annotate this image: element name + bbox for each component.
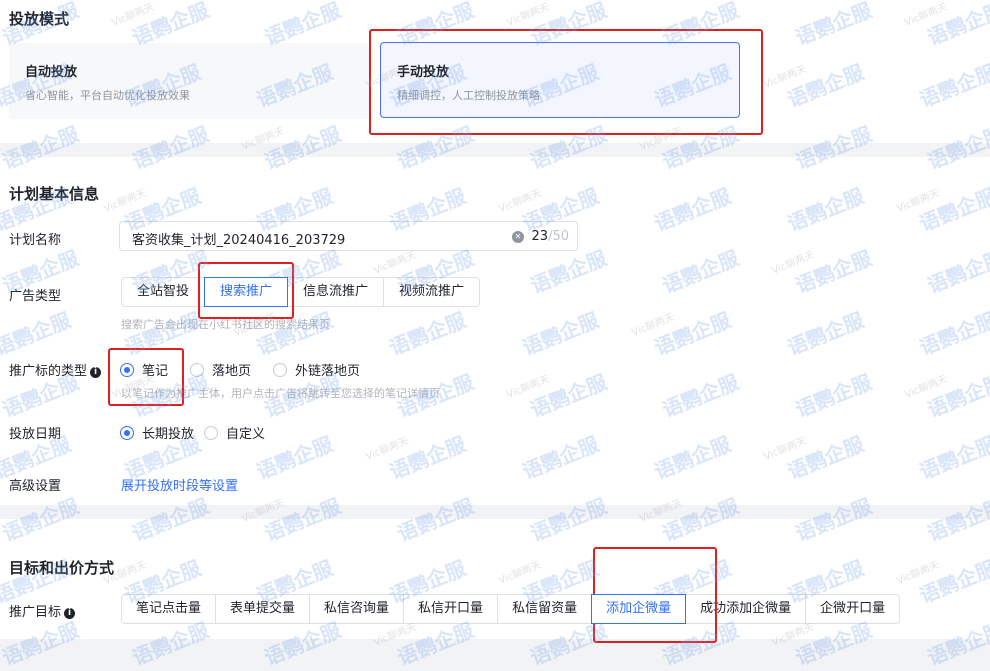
ad-type-full-site[interactable]: 全站智投 [121, 277, 206, 307]
goal-add-wecom[interactable]: 添加企微量 [591, 594, 687, 624]
ad-type-feed[interactable]: 信息流推广 [287, 277, 385, 307]
plan-name-label: 计划名称 [9, 233, 62, 248]
schedule-long-term[interactable]: 长期投放 [120, 423, 194, 442]
plan-name-input[interactable]: 客资收集_计划_20240416_203729 ✕ 23/50 [119, 221, 578, 251]
bidding-title: 目标和出价方式 [9, 559, 115, 577]
radio-unchecked-icon [190, 362, 205, 377]
radio-checked-icon [120, 362, 134, 377]
radio-unchecked-icon [204, 425, 219, 440]
target-type-label: 推广标的类型 i [9, 360, 102, 379]
auto-delivery-title: 自动投放 [25, 65, 78, 80]
goal-label: 推广目标 i [9, 601, 76, 620]
goal-dm-consults[interactable]: 私信咨询量 [309, 594, 405, 624]
goal-form-submits[interactable]: 表单提交量 [215, 594, 311, 624]
info-icon[interactable]: i [90, 367, 102, 378]
schedule-radio-group: 长期投放 自定义 [120, 423, 287, 442]
info-icon[interactable]: i [64, 608, 76, 619]
advanced-settings-label: 高级设置 [9, 479, 62, 494]
delivery-mode-card: 投放模式 自动投放 省心智能，平台自动优化投放效果 手动投放 精细调控，人工控制… [0, 0, 990, 143]
char-count-current: 23 [531, 229, 549, 244]
target-type-external-landing-page[interactable]: 外链落地页 [273, 360, 360, 379]
goal-wecom-opens[interactable]: 企微开口量 [805, 594, 901, 624]
schedule-custom-label: 自定义 [226, 427, 266, 442]
ad-type-search[interactable]: 搜索推广 [204, 277, 289, 307]
schedule-label: 投放日期 [9, 427, 62, 442]
schedule-long-term-label: 长期投放 [142, 427, 195, 442]
expand-advanced-settings-link[interactable]: 展开投放时段等设置 [121, 475, 238, 494]
ad-type-selector: 全站智投 搜索推广 信息流推广 视频流推广 [121, 277, 481, 307]
manual-delivery-desc: 精细调控，人工控制投放策略 [397, 89, 540, 102]
auto-delivery-option[interactable]: 自动投放 省心智能，平台自动优化投放效果 [9, 43, 371, 119]
basic-info-title: 计划基本信息 [9, 185, 100, 203]
target-type-note[interactable]: 笔记 [120, 360, 168, 379]
char-counter: 23/50 [532, 229, 569, 244]
goal-label-text: 推广目标 [9, 605, 62, 620]
ad-type-hint: 搜索广告会出现在小红书社区的搜索结果页 [121, 318, 330, 331]
plan-name-value: 客资收集_计划_20240416_203729 [132, 233, 346, 248]
goal-dm-leads[interactable]: 私信留资量 [497, 594, 593, 624]
target-type-hint: 以笔记作为推广主体，用户点击广告将跳转至您选择的笔记详情页 [121, 387, 440, 400]
char-count-max: 50 [552, 229, 569, 244]
target-type-radio-group: 笔记 落地页 外链落地页 [120, 360, 382, 379]
target-type-label-text: 推广标的类型 [9, 364, 88, 379]
radio-checked-icon [120, 425, 134, 440]
ad-type-label: 广告类型 [9, 289, 62, 304]
clear-icon[interactable]: ✕ [512, 231, 524, 243]
target-type-landing-page[interactable]: 落地页 [190, 360, 251, 379]
radio-unchecked-icon [273, 362, 288, 377]
target-type-landing-page-label: 落地页 [212, 364, 252, 379]
target-type-external-landing-page-label: 外链落地页 [295, 364, 361, 379]
auto-delivery-desc: 省心智能，平台自动优化投放效果 [25, 89, 190, 102]
delivery-mode-title: 投放模式 [9, 10, 70, 28]
goal-note-clicks[interactable]: 笔记点击量 [121, 594, 217, 624]
target-type-note-label: 笔记 [142, 364, 169, 379]
manual-delivery-title: 手动投放 [397, 65, 450, 80]
goal-selector: 笔记点击量 表单提交量 私信咨询量 私信开口量 私信留资量 添加企微量 成功添加… [121, 594, 901, 624]
goal-dm-opens[interactable]: 私信开口量 [403, 594, 499, 624]
schedule-custom[interactable]: 自定义 [204, 423, 265, 442]
manual-delivery-option[interactable]: 手动投放 精细调控，人工控制投放策略 [380, 42, 740, 118]
goal-success-add-wecom[interactable]: 成功添加企微量 [685, 594, 807, 624]
ad-type-video-feed[interactable]: 视频流推广 [383, 277, 481, 307]
